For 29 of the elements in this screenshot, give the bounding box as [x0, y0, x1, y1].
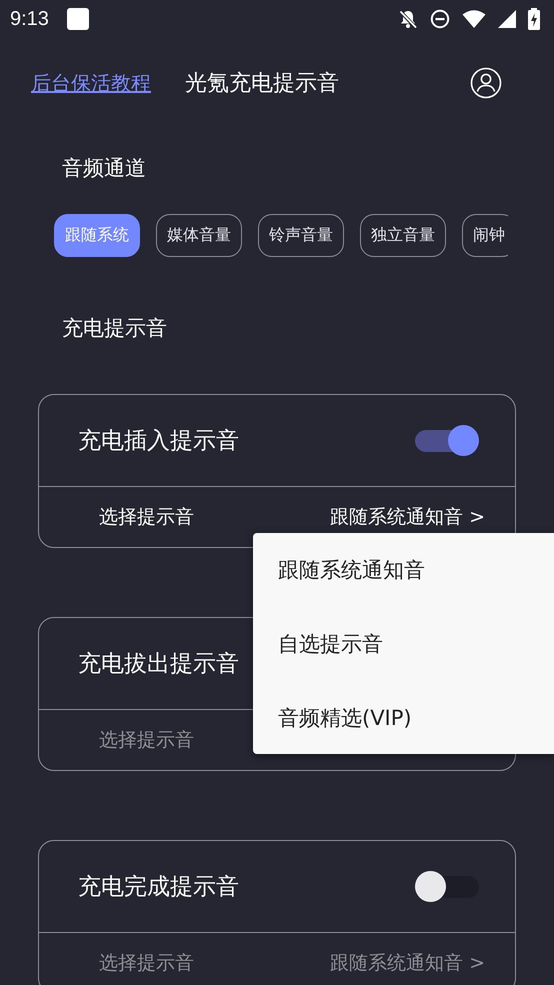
- menu-item[interactable]: 自选提示音: [253, 607, 554, 681]
- channel-chip[interactable]: 媒体音量: [156, 214, 242, 257]
- toggle-switch[interactable]: [415, 871, 479, 902]
- wifi-icon: [462, 9, 486, 29]
- section-title: 音频通道: [62, 155, 147, 182]
- toggle-switch[interactable]: [415, 425, 479, 456]
- row-value[interactable]: 跟随系统通知音 >: [330, 950, 485, 976]
- channel-chip[interactable]: 独立音量: [360, 214, 446, 257]
- signal-icon: [498, 10, 516, 28]
- account-icon[interactable]: [470, 67, 502, 99]
- do-not-disturb-icon: [430, 9, 450, 29]
- channel-chip[interactable]: 铃声音量: [258, 214, 344, 257]
- row-label: 选择提示音: [99, 951, 194, 976]
- battery-icon: [528, 8, 540, 30]
- row-label: 选择提示音: [99, 505, 194, 530]
- app-notification-icon: [66, 8, 89, 30]
- card-title: 充电拔出提示音: [78, 650, 239, 679]
- bell-off-icon: [398, 9, 418, 29]
- card-title: 充电插入提示音: [78, 427, 239, 456]
- tutorial-link[interactable]: 后台保活教程: [31, 70, 151, 96]
- card-title: 充电完成提示音: [78, 873, 239, 902]
- status-time: 9:13: [10, 8, 49, 30]
- channel-chip[interactable]: 闹钟: [462, 214, 508, 257]
- menu-item[interactable]: 跟随系统通知音: [253, 533, 554, 607]
- row-label: 选择提示音: [99, 728, 194, 753]
- app-title: 光氪充电提示音: [185, 70, 339, 98]
- menu-item[interactable]: 音频精选(VIP): [253, 681, 554, 755]
- section-title: 充电提示音: [62, 315, 168, 342]
- row-value[interactable]: 跟随系统通知音 >: [330, 504, 485, 530]
